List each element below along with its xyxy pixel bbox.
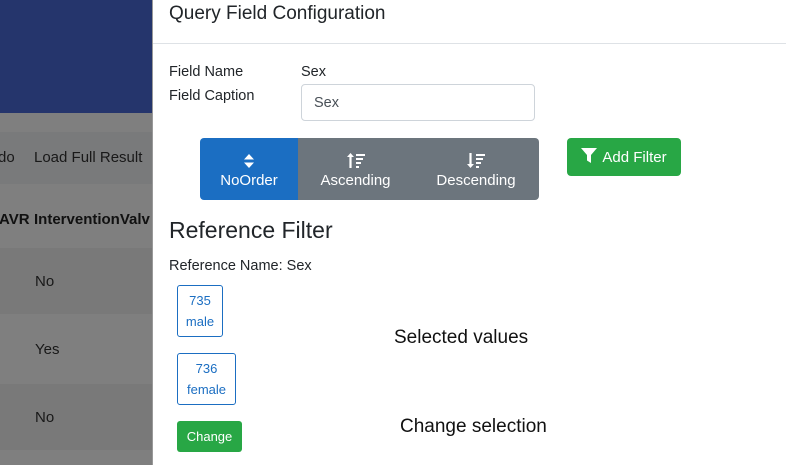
- field-name-value: Sex: [301, 64, 326, 80]
- add-filter-label: Add Filter: [602, 148, 667, 166]
- field-name-label: Field Name: [169, 64, 244, 80]
- selected-value-chip[interactable]: 735 male: [177, 285, 223, 337]
- chip-label: male: [185, 314, 215, 329]
- change-selection-button[interactable]: Change: [177, 421, 242, 452]
- reference-name-text: Reference Name: Sex: [169, 258, 312, 274]
- panel-title: Query Field Configuration: [169, 3, 386, 24]
- descending-button[interactable]: Descending: [413, 138, 539, 200]
- field-caption-input[interactable]: [301, 84, 535, 121]
- chip-id: 735: [189, 293, 211, 308]
- reference-filter-title: Reference Filter: [169, 217, 333, 243]
- sort-icon: [244, 150, 254, 172]
- selected-value-chip[interactable]: 736 female: [177, 353, 236, 405]
- chip-label: female: [186, 382, 227, 397]
- ascending-button[interactable]: Ascending: [298, 138, 413, 200]
- sort-descending-icon: [467, 150, 485, 172]
- filter-icon: [581, 147, 598, 167]
- panel-divider: [153, 43, 786, 44]
- chip-id: 736: [195, 361, 218, 376]
- field-caption-label: Field Caption: [169, 88, 255, 104]
- add-filter-button[interactable]: Add Filter: [567, 138, 681, 176]
- query-field-configuration-panel: Query Field Configuration Field Name Sex…: [152, 0, 786, 465]
- no-order-label: NoOrder: [220, 171, 278, 189]
- selected-values-annotation: Selected values: [394, 327, 529, 348]
- change-selection-annotation: Change selection: [400, 416, 547, 437]
- descending-label: Descending: [436, 171, 516, 189]
- ascending-label: Ascending: [320, 171, 391, 189]
- sort-ascending-icon: [346, 150, 365, 172]
- sort-order-button-group: NoOrder Ascending Descending: [200, 138, 539, 200]
- no-order-button[interactable]: NoOrder: [200, 138, 298, 200]
